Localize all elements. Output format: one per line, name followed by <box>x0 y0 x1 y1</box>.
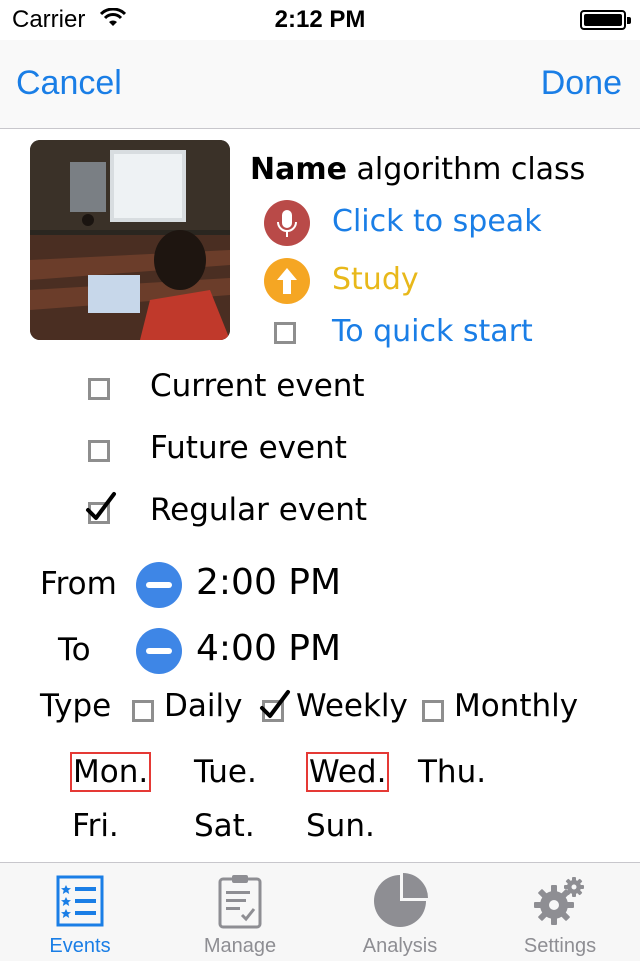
speak-row[interactable]: Click to speak <box>264 200 544 246</box>
monthly-label[interactable]: Monthly <box>454 688 578 724</box>
weekly-checkmark-icon <box>260 690 290 718</box>
checkmark-icon <box>86 492 116 520</box>
event-name[interactable]: Name algorithm class <box>250 152 585 187</box>
to-time-row[interactable]: To 4:00 PM <box>58 626 358 686</box>
name-value: algorithm class <box>356 152 586 187</box>
future-event-label: Future event <box>150 430 347 466</box>
to-minus-icon[interactable] <box>136 628 182 674</box>
type-row: Type Daily Weekly Monthly <box>40 688 640 732</box>
day-wed[interactable]: Wed. <box>306 752 390 792</box>
tab-analysis[interactable]: Analysis <box>320 863 480 961</box>
tab-bar: Events Manage Analysis Settings <box>0 862 640 961</box>
cancel-button[interactable]: Cancel <box>16 64 122 103</box>
quick-start-label[interactable]: To quick start <box>332 314 533 349</box>
list-icon <box>56 875 104 927</box>
microphone-icon[interactable] <box>264 200 310 246</box>
quick-start-row[interactable]: To quick start <box>264 310 533 354</box>
day-sun[interactable]: Sun. <box>306 808 375 844</box>
from-time-value[interactable]: 2:00 PM <box>196 562 341 603</box>
name-label: Name <box>250 152 347 187</box>
tab-events[interactable]: Events <box>0 863 160 961</box>
daily-checkbox[interactable] <box>132 700 154 722</box>
clipboard-icon <box>218 875 262 929</box>
current-event-option[interactable]: Current event <box>88 368 368 412</box>
day-fri[interactable]: Fri. <box>72 808 119 844</box>
tab-manage[interactable]: Manage <box>160 863 320 961</box>
day-tue[interactable]: Tue. <box>194 754 257 790</box>
regular-event-label: Regular event <box>150 492 368 528</box>
tab-settings-label: Settings <box>523 935 597 957</box>
future-event-checkbox[interactable] <box>88 440 110 462</box>
study-row[interactable]: Study <box>264 258 464 304</box>
to-time-value[interactable]: 4:00 PM <box>196 628 341 669</box>
event-photo[interactable] <box>30 140 230 340</box>
status-time: 2:12 PM <box>274 6 366 33</box>
current-event-checkbox[interactable] <box>88 378 110 400</box>
weekly-label[interactable]: Weekly <box>296 688 408 724</box>
regular-event-option[interactable]: Regular event <box>86 492 368 536</box>
done-button[interactable]: Done <box>541 64 622 103</box>
day-sat[interactable]: Sat. <box>194 808 255 844</box>
tab-analysis-label: Analysis <box>362 935 438 957</box>
monthly-checkbox[interactable] <box>422 700 444 722</box>
speak-label[interactable]: Click to speak <box>332 204 542 239</box>
tab-manage-label: Manage <box>203 935 277 957</box>
pie-chart-icon <box>374 873 428 927</box>
future-event-option[interactable]: Future event <box>88 430 368 474</box>
type-label: Type <box>40 688 112 724</box>
tab-settings[interactable]: Settings <box>480 863 640 961</box>
daily-label[interactable]: Daily <box>164 688 242 724</box>
from-time-row[interactable]: From 2:00 PM <box>40 560 360 620</box>
battery-icon <box>580 10 631 30</box>
day-mon[interactable]: Mon. <box>70 752 152 792</box>
quick-start-checkbox[interactable] <box>274 322 296 344</box>
current-event-label: Current event <box>150 368 365 404</box>
status-bar: Carrier 2:12 PM <box>0 0 640 40</box>
lecture-hall-image <box>30 140 230 340</box>
arrow-up-icon[interactable] <box>264 258 310 304</box>
study-label[interactable]: Study <box>332 262 419 297</box>
from-minus-icon[interactable] <box>136 562 182 608</box>
gear-icon <box>534 877 584 925</box>
day-thu[interactable]: Thu. <box>418 754 486 790</box>
from-label: From <box>40 566 117 602</box>
tab-events-label: Events <box>49 935 111 957</box>
navigation-bar: Cancel Done <box>0 40 640 129</box>
to-label: To <box>58 632 91 668</box>
